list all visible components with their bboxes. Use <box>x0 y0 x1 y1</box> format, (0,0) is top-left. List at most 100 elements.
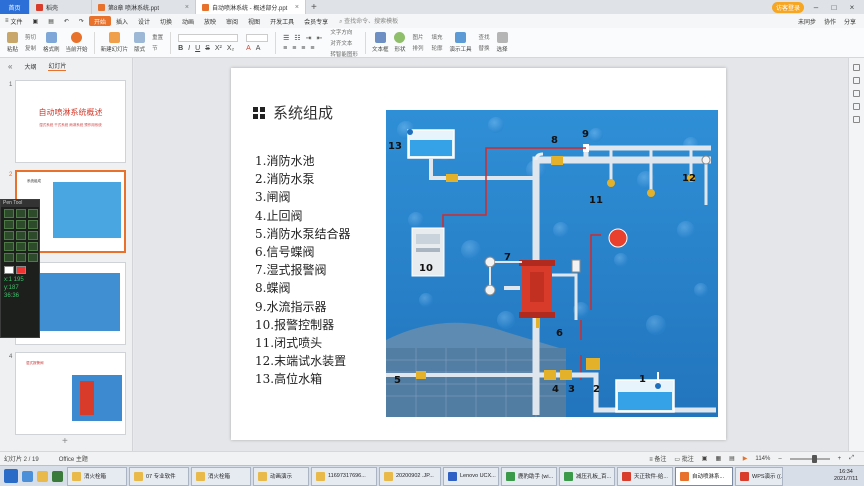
menu-redo-icon[interactable]: ↷ <box>74 14 89 28</box>
marker-icon[interactable] <box>16 209 26 218</box>
play-slideshow-icon[interactable]: ▶ <box>743 455 748 462</box>
menu-insert[interactable]: 插入 <box>111 14 133 28</box>
taskbar-item[interactable]: 消火栓箱 <box>67 466 127 486</box>
new-tab-button[interactable]: + <box>306 2 322 13</box>
replace-button[interactable]: 替换 <box>479 44 490 52</box>
paste-button[interactable]: 粘贴 <box>7 29 18 57</box>
font-family-select[interactable] <box>178 33 239 42</box>
taskbar-item[interactable]: WPS演示 ((... <box>735 466 783 486</box>
color-red-swatch[interactable] <box>16 266 26 274</box>
start-button-icon[interactable] <box>4 469 18 483</box>
zoom-slider-knob[interactable] <box>811 454 817 463</box>
taskbar-item[interactable]: 11697317696... <box>311 466 377 486</box>
share-button[interactable]: 分享 <box>844 17 856 26</box>
ellipse-icon[interactable] <box>4 231 14 240</box>
collapse-panel-icon[interactable]: « <box>8 62 12 71</box>
taskbar-item[interactable]: 减压孔板_百... <box>559 466 615 486</box>
presenter-tools-button[interactable]: 演示工具 <box>450 29 472 57</box>
browser-icon[interactable] <box>22 470 33 482</box>
redo-icon[interactable] <box>16 242 26 251</box>
arrow-icon[interactable] <box>16 220 26 229</box>
menu-file[interactable]: 文件 <box>0 14 28 28</box>
underline-icon[interactable]: U <box>195 45 200 52</box>
sprinkler-system-diagram[interactable]: 1 2 3 4 5 6 7 8 9 10 11 12 13 <box>386 110 718 417</box>
taskbar-item[interactable]: 消火栓箱 <box>191 466 251 486</box>
align-right-icon[interactable]: ≡ <box>301 45 305 52</box>
menu-review[interactable]: 审阅 <box>221 14 243 28</box>
tab-document-active[interactable]: 自动喷淋系统 - 概述部分.ppt × <box>196 0 306 14</box>
superscript-icon[interactable]: X² <box>215 45 222 52</box>
layout-button[interactable]: 版式 <box>134 29 145 57</box>
strikethrough-icon[interactable]: S <box>205 45 210 52</box>
play-from-current-button[interactable]: 当前开始 <box>66 29 88 57</box>
text-icon[interactable] <box>16 231 26 240</box>
maximize-icon[interactable]: □ <box>828 3 840 12</box>
taskbar-item[interactable]: 07 专业软件 <box>129 466 189 486</box>
rect-icon[interactable] <box>28 220 38 229</box>
menu-view[interactable]: 视图 <box>243 14 265 28</box>
settings-icon[interactable] <box>28 253 38 262</box>
system-clock[interactable]: 16:34 2021/7/11 <box>834 469 864 483</box>
eraser-icon[interactable] <box>28 209 38 218</box>
fit-window-icon[interactable]: ⤢ <box>849 455 854 462</box>
zoom-icon[interactable] <box>4 253 14 262</box>
menu-animation[interactable]: 动画 <box>177 14 199 28</box>
taskbar-item[interactable]: 鹿豹助手 (wi... <box>501 466 557 486</box>
outdent-icon[interactable]: ⇤ <box>317 34 323 42</box>
outline-button[interactable]: 轮廓 <box>431 44 442 52</box>
zoom-slider[interactable] <box>789 454 830 463</box>
select-button[interactable]: 选择 <box>496 29 508 57</box>
highlight-icon[interactable]: A <box>256 45 261 52</box>
reset-button[interactable]: 重置 <box>152 33 163 41</box>
menu-transition[interactable]: 切换 <box>155 14 177 28</box>
copy-button[interactable]: 复制 <box>25 44 36 52</box>
fill-button[interactable]: 填充 <box>431 33 442 41</box>
app-icon[interactable] <box>52 470 63 482</box>
bold-icon[interactable]: B <box>178 45 183 52</box>
tab-docer[interactable]: 稻壳 <box>30 0 92 14</box>
menu-start[interactable]: 开始 <box>88 16 111 26</box>
align-left-icon[interactable]: ≡ <box>283 45 287 52</box>
menu-slideshow[interactable]: 放映 <box>199 14 221 28</box>
taskbar-item[interactable]: 动画演示 <box>253 466 309 486</box>
menu-undo-icon[interactable]: ↶ <box>59 14 74 28</box>
taskbar-item[interactable]: 天正软件-给... <box>617 466 673 486</box>
italic-icon[interactable]: I <box>188 45 190 52</box>
numbered-list-icon[interactable]: ☷ <box>294 34 300 42</box>
slide-canvas[interactable]: 系统组成 1.消防水池 2.消防水泵 3.闸阀 4.止回阀 5.消防水泵结合器 … <box>231 68 726 440</box>
add-slide-button[interactable]: + <box>62 436 68 447</box>
menu-developer[interactable]: 开发工具 <box>265 14 299 28</box>
picture-button[interactable]: 图片 <box>412 33 423 41</box>
justify-icon[interactable]: ≡ <box>310 45 314 52</box>
zoom-out-icon[interactable]: – <box>778 456 781 462</box>
menu-open-icon[interactable]: ▣ <box>28 14 44 28</box>
subscript-icon[interactable]: X₂ <box>227 45 234 52</box>
zoom-in-icon[interactable]: + <box>838 456 842 462</box>
settings-icon[interactable] <box>853 103 860 110</box>
sorter-view-icon[interactable]: ▦ <box>715 455 721 462</box>
find-button[interactable]: 查找 <box>479 33 490 41</box>
color-white-swatch[interactable] <box>4 266 14 274</box>
menu-design[interactable]: 设计 <box>133 14 155 28</box>
screen-icon[interactable] <box>16 253 26 262</box>
close-icon[interactable]: × <box>295 4 299 11</box>
command-search[interactable]: ⌕ 查找命令、搜索模板 <box>339 16 398 26</box>
menu-save-icon[interactable]: ▤ <box>43 14 59 28</box>
taskbar-item-active[interactable]: 自动喷淋系... <box>675 466 733 486</box>
menu-member[interactable]: 会员专享 <box>299 14 333 28</box>
text-direction-button[interactable]: 文字方向 <box>330 28 358 36</box>
convert-smartart-button[interactable]: 转智能图形 <box>330 50 358 58</box>
textbox-button[interactable]: 文本框 <box>372 29 388 57</box>
pen-icon[interactable] <box>4 209 14 218</box>
indent-icon[interactable]: ⇥ <box>306 34 312 42</box>
format-painter-button[interactable]: 格式刷 <box>43 29 60 57</box>
font-color-icon[interactable]: A <box>246 45 251 52</box>
close-icon[interactable]: × <box>185 4 189 11</box>
tab-home[interactable]: 首页 <box>0 0 30 14</box>
bullet-list-icon[interactable]: ☰ <box>283 34 289 42</box>
arrange-button[interactable]: 排列 <box>412 44 423 52</box>
help-icon[interactable] <box>853 116 860 123</box>
font-size-select[interactable] <box>246 33 269 42</box>
minimize-icon[interactable]: – <box>810 3 822 12</box>
shape-button[interactable]: 形状 <box>394 29 405 57</box>
